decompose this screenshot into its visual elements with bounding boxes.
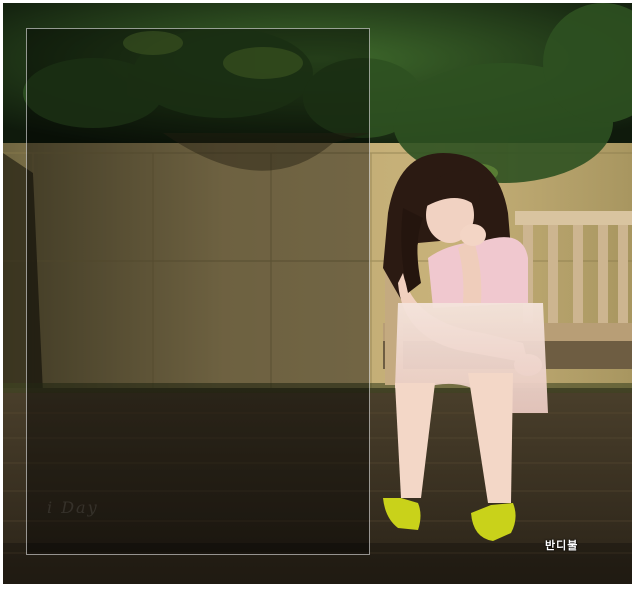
photographer-signature: 반디불 [545, 539, 579, 552]
overlay-ghost-title: i Day [47, 498, 99, 517]
translucent-overlay-panel [26, 28, 370, 555]
photograph: i Day 반디불 [3, 3, 632, 584]
photo-frame: i Day 반디불 [0, 0, 638, 591]
